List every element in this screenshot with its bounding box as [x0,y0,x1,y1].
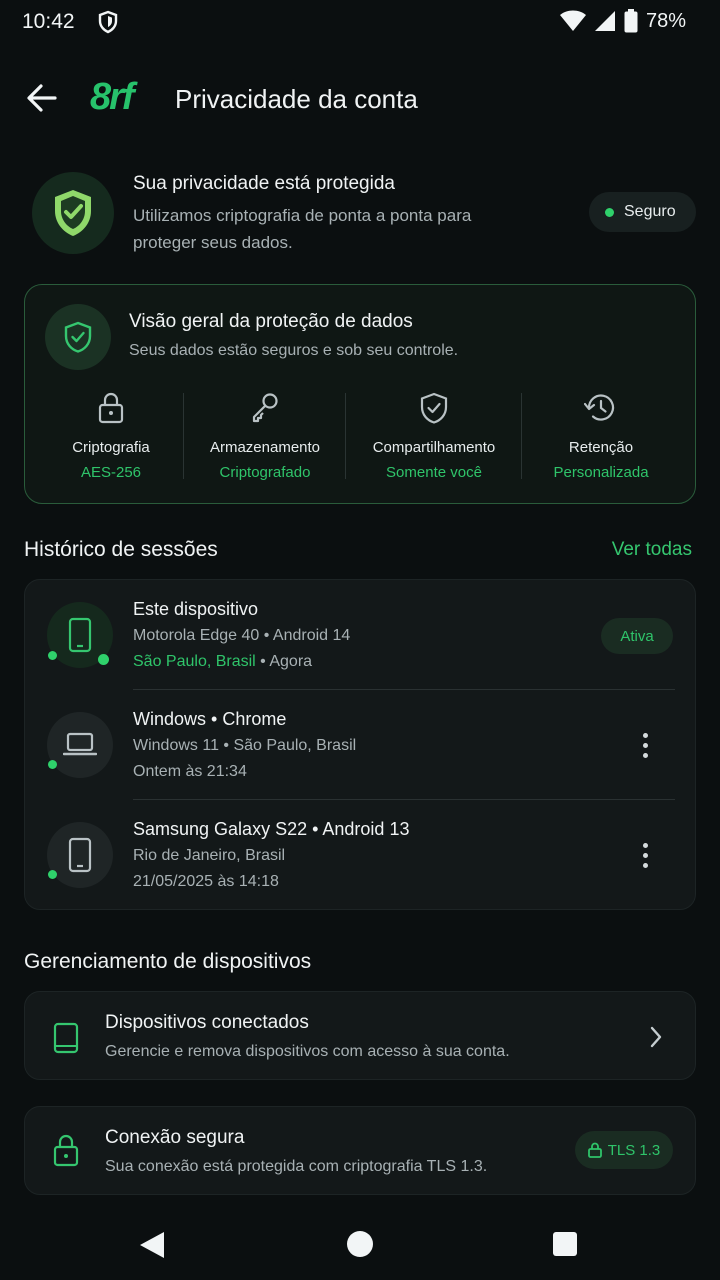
sessions-card: Este dispositivo Motorola Edge 40 • Andr… [24,579,696,910]
session-device-details: Windows 11 • São Paulo, Brasil [133,737,357,754]
back-button[interactable] [22,78,62,118]
battery-percent: 78% [645,9,686,32]
online-dot [98,654,109,665]
data-protection-overview-card: Visão geral da proteção de dados Seus da… [24,284,696,504]
overview-item-value: Personalizada [553,464,649,481]
session-device-details: Motorola Edge 40 • Android 14 [133,627,351,644]
overview-item-sharing: Compartilhamento Somente você [354,389,514,481]
brand-logo: 8rf [90,76,135,118]
status-dot [605,207,614,217]
session-device-icon [47,712,113,778]
lock-icon [587,1142,602,1158]
vpn-shield-icon [98,10,118,34]
session-location-time: São Paulo, Brasil • Agora [133,653,312,671]
arrow-left-icon [27,84,57,112]
nav-back-button[interactable] [138,1230,168,1260]
lock-icon [53,1134,79,1167]
session-device-name: Samsung Galaxy S22 • Android 13 [133,819,410,839]
laptop-icon [63,732,97,756]
divider [183,393,184,479]
online-dot [48,651,57,660]
session-time: • Agora [255,653,313,670]
nav-home-button[interactable] [347,1231,373,1257]
lock-icon [98,392,124,424]
secure-connection-card[interactable]: Conexão segura Sua conexão está protegid… [24,1106,696,1195]
session-row-current[interactable]: Este dispositivo Motorola Edge 40 • Andr… [25,580,697,690]
privacy-title: Sua privacidade está protegida [133,173,395,194]
connected-devices-description: Gerencie e remova dispositivos com acess… [105,1043,510,1060]
secure-connection-title: Conexão segura [105,1127,245,1148]
session-time: Ontem às 21:34 [133,763,247,780]
session-time: 21/05/2025 às 14:18 [133,873,279,890]
overview-subtitle: Seus dados estão seguros e sob seu contr… [129,342,459,359]
session-device-name: Este dispositivo [133,599,259,619]
overview-item-value: Criptografado [219,464,311,481]
see-all-sessions-link[interactable]: Ver todas [612,539,692,561]
overview-item-retention: Retenção Personalizada [521,389,681,481]
shield-check-icon [55,190,91,236]
battery-icon [624,9,638,33]
page-title: Privacidade da conta [175,84,418,114]
wifi-icon [559,10,586,31]
chevron-right-icon [650,1026,662,1048]
session-row[interactable]: Samsung Galaxy S22 • Android 13 Rio de J… [25,800,697,910]
connected-devices-title: Dispositivos conectados [105,1012,309,1033]
online-dot [48,870,57,879]
overview-item-value: Somente você [386,464,482,481]
secure-connection-description: Sua conexão está protegida com criptogra… [105,1158,488,1175]
overview-item-label: Criptografia [72,439,150,456]
session-location: São Paulo, Brasil [133,653,256,670]
tablet-icon [53,1022,79,1054]
overview-item-encryption: Criptografia AES-256 [31,389,191,481]
overview-item-storage: Armazenamento Criptografado [185,389,345,481]
phone-icon [68,837,92,873]
status-indicators: 78% [559,9,686,33]
key-icon [252,393,278,423]
divider [345,393,346,479]
session-device-name: Windows • Chrome [133,709,287,729]
overview-item-label: Armazenamento [209,439,321,456]
session-device-details: Rio de Janeiro, Brasil [133,847,286,864]
history-icon [584,394,615,421]
overview-title: Visão geral da proteção de dados [129,311,413,332]
device-management-title: Gerenciamento de dispositivos [24,950,312,973]
status-time: 10:42 [22,10,75,33]
session-device-icon [47,822,113,888]
shield-check-icon [420,392,448,424]
nav-recents-button[interactable] [553,1232,577,1256]
safe-status-badge: Seguro [589,192,696,232]
safe-badge-label: Seguro [624,203,676,220]
phone-icon [68,617,92,653]
overview-item-value: AES-256 [80,464,142,481]
tls-badge-label: TLS 1.3 [607,1141,661,1159]
online-dot [48,760,57,769]
active-session-badge: Ativa [601,618,673,654]
tls-badge: TLS 1.3 [575,1131,673,1169]
privacy-description: Utilizamos criptografia de ponta a ponta… [133,206,472,252]
overview-icon [45,304,111,370]
session-more-button[interactable] [631,835,659,875]
overview-item-label: Retenção [568,439,634,456]
connected-devices-card[interactable]: Dispositivos conectados Gerencie e remov… [24,991,696,1080]
privacy-shield [32,172,114,254]
session-more-button[interactable] [631,725,659,765]
overview-item-label: Compartilhamento [372,439,496,456]
shield-check-icon [64,321,92,353]
signal-icon [594,11,615,31]
session-row[interactable]: Windows • Chrome Windows 11 • São Paulo,… [25,690,697,800]
sessions-section-title: Histórico de sessões [24,538,218,561]
